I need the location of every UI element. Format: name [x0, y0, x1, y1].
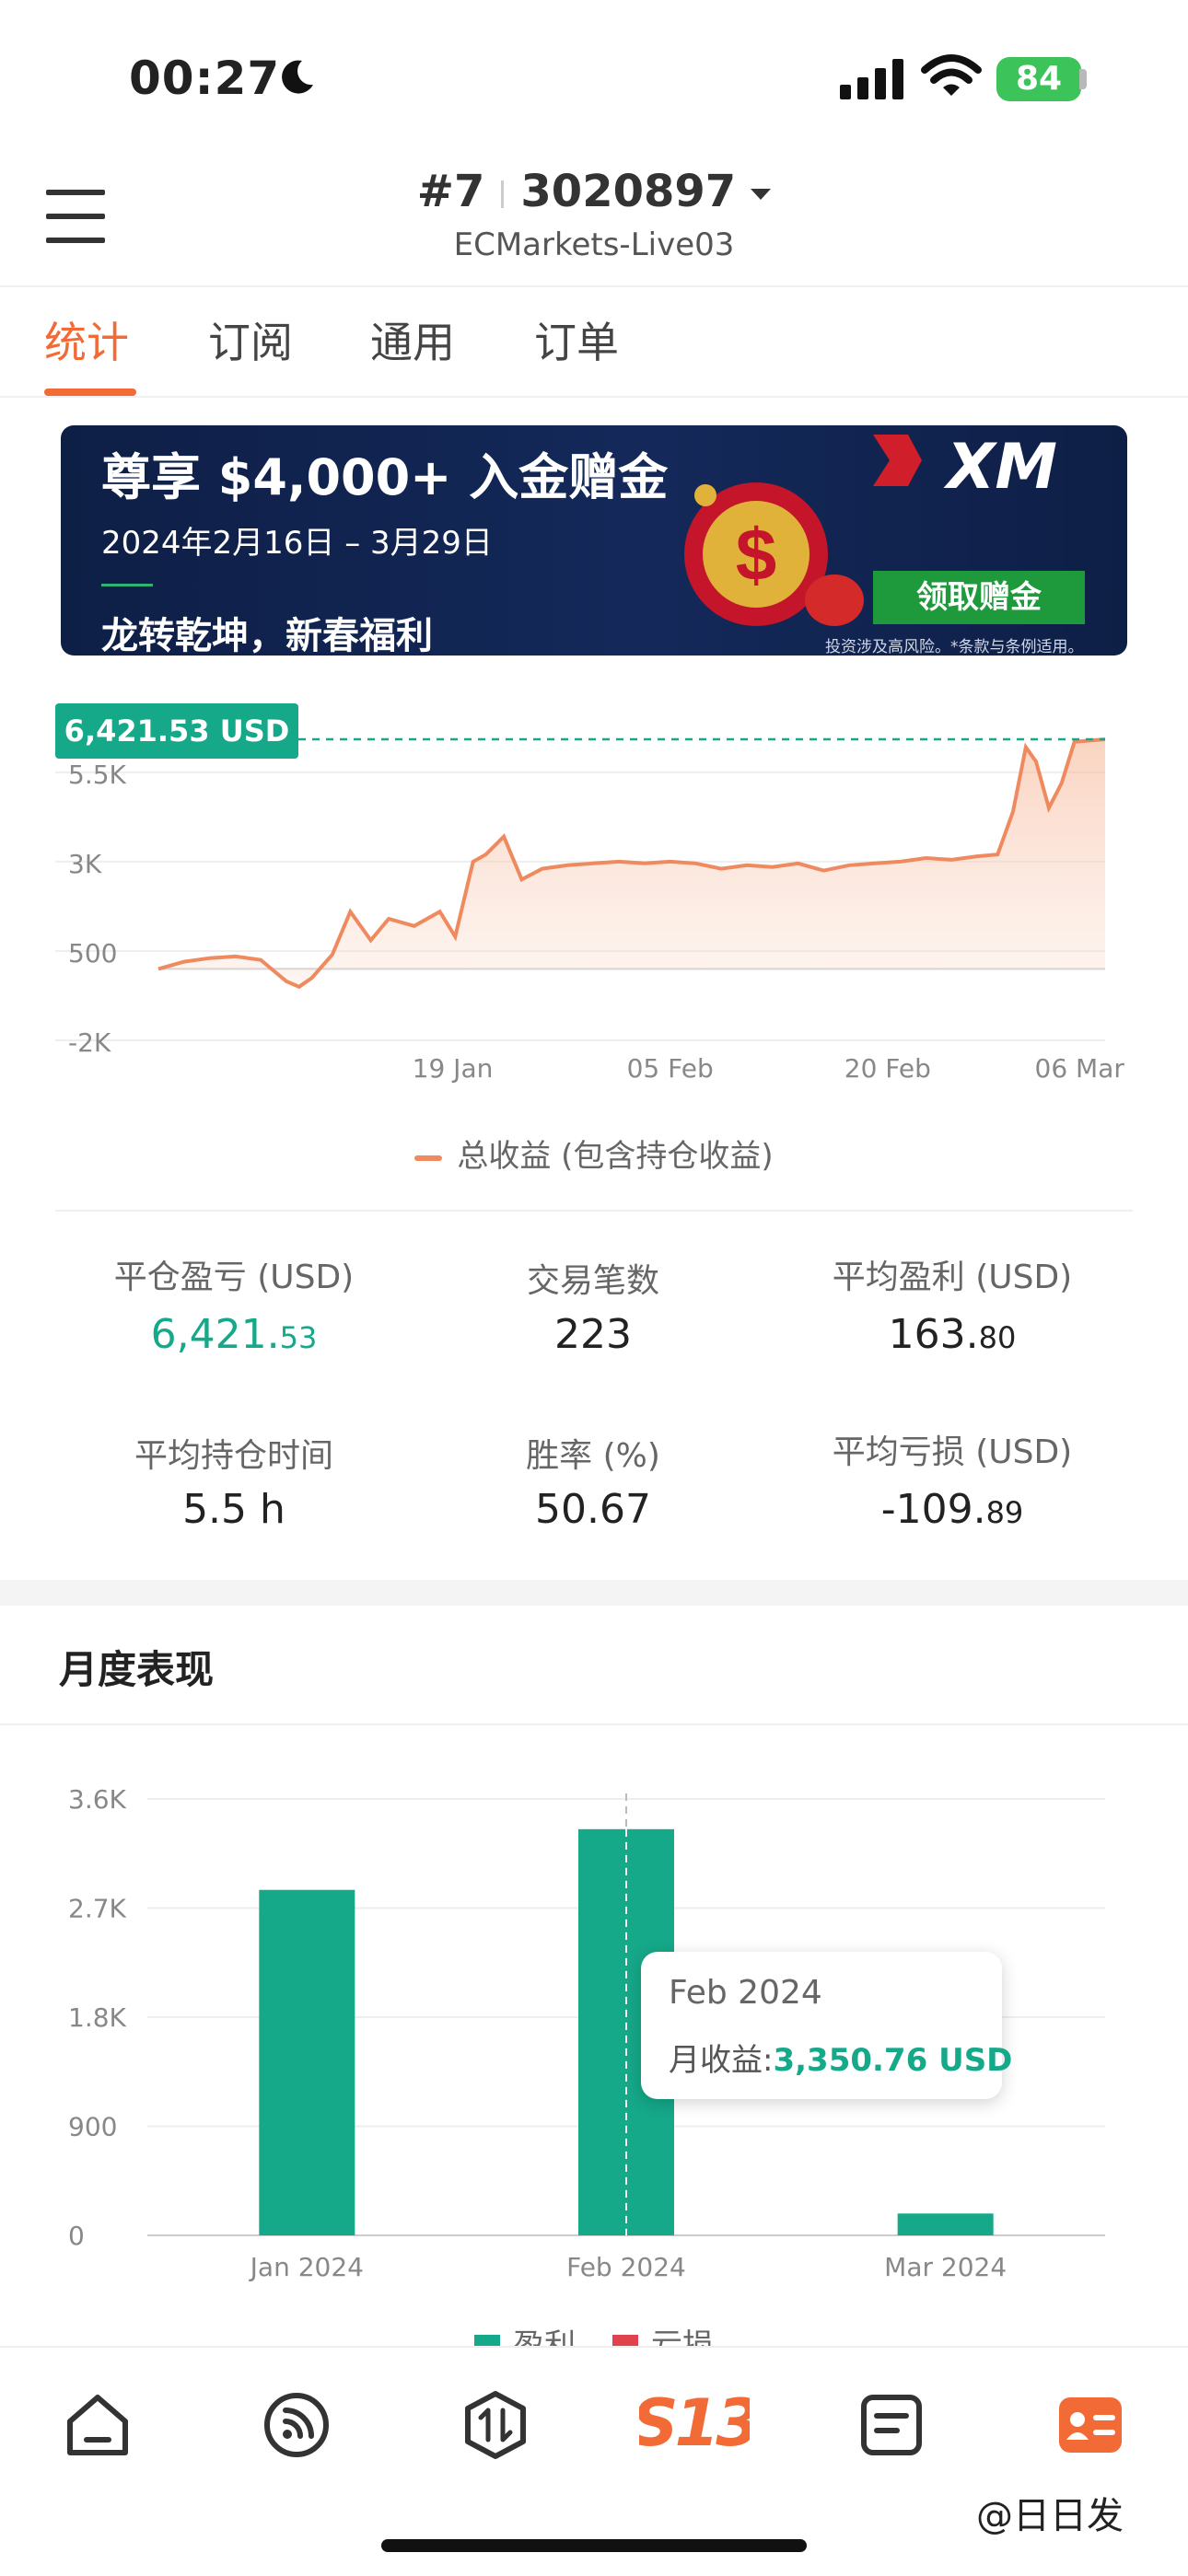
x-tick-label: 19 Jan: [413, 1053, 494, 1084]
stat-label-win-rate: 胜率 (%): [526, 1437, 660, 1475]
stat-value-avg-profit: 163.80: [768, 1311, 1136, 1358]
stat-label-avg-hold-time: 平均持仓时间: [134, 1437, 333, 1475]
current-pnl-badge: 6,421.53 USD: [55, 703, 298, 759]
stat-value-int: 5.5 h: [182, 1486, 285, 1533]
stats-divider: [55, 1210, 1133, 1212]
tab-statistics[interactable]: 统计: [44, 309, 129, 370]
server-name: ECMarkets-Live03: [453, 226, 735, 263]
caret-down-icon: [751, 189, 772, 200]
monthly-bar-chart[interactable]: 0 900 1.8K 2.7K 3.6K Jan 2024 Feb 2024 Mar 202…: [0, 1749, 1188, 2302]
stat-label-avg-loss: 平均亏损 (USD): [832, 1433, 1073, 1471]
section-gap: [0, 1580, 1188, 1606]
stat-value-dec: 53: [279, 1320, 318, 1355]
tab-general[interactable]: 通用: [370, 309, 455, 370]
header-divider: [0, 285, 1188, 287]
tab-subscription[interactable]: 订阅: [208, 309, 293, 370]
battery-tip: [1079, 69, 1087, 89]
y-tick-label: 5.5K: [68, 760, 127, 790]
stat-value-int: 223: [554, 1311, 632, 1358]
bar-mar-2024[interactable]: [897, 2213, 994, 2235]
svg-text:$: $: [736, 514, 777, 596]
x-tick-label: Feb 2024: [566, 2252, 686, 2282]
y-tick-label: 900: [68, 2112, 117, 2142]
stat-label-trade-count: 交易笔数: [526, 1262, 659, 1300]
news-icon[interactable]: [855, 2388, 928, 2462]
status-time: 00:27: [129, 52, 281, 105]
stat-value-trade-count: 223: [409, 1311, 777, 1358]
stat-value-closed-pnl: 6,421.53: [50, 1311, 418, 1358]
banner-title: 尊享 $4,000+ 入金赠金: [101, 448, 669, 506]
monthly-title: 月度表现: [59, 1647, 215, 1692]
bar-tooltip: Feb 2024 月收益:3,350.76 USD: [641, 1952, 1012, 2099]
xm-logo: XM: [947, 431, 1058, 504]
account-selector[interactable]: #7 3020897: [0, 166, 1188, 217]
stat-value-int: 163.: [888, 1311, 979, 1358]
tab-active-indicator: [44, 389, 136, 396]
tooltip-label: 月收益:: [669, 2042, 774, 2079]
x-tick-label: Mar 2024: [884, 2252, 1007, 2282]
y-tick-label: 3.6K: [68, 1784, 127, 1815]
stat-label-avg-profit: 平均盈利 (USD): [832, 1259, 1073, 1296]
x-tick-label: 20 Feb: [844, 1053, 931, 1084]
cellular-signal-icon: [840, 59, 903, 99]
svg-text:S13: S13: [639, 2385, 750, 2458]
y-tick-label: 2.7K: [68, 1894, 127, 1924]
account-id: 3020897: [520, 166, 737, 217]
banner-divider: [101, 584, 153, 586]
stat-value-int: 50.67: [535, 1486, 651, 1533]
stat-value-int: -109.: [880, 1486, 986, 1533]
y-tick-label: 3K: [68, 849, 102, 879]
x-tick-label: 05 Feb: [627, 1053, 714, 1084]
y-tick-label: 0: [68, 2221, 85, 2251]
x-tick-label: 06 Mar: [1035, 1053, 1125, 1084]
tooltip-value-row: 月收益:3,350.76 USD: [669, 2035, 1012, 2080]
home-icon[interactable]: [61, 2388, 134, 2462]
banner-disclaimer: 投资涉及高风险。*条款与条例适用。: [825, 638, 1084, 656]
xm-logo-mark: [873, 435, 922, 486]
tab-orders[interactable]: 订单: [534, 309, 619, 370]
account-separator: [501, 180, 505, 208]
battery-indicator: 84: [996, 57, 1081, 101]
legend-line-label: 总收益 (包含持仓收益): [457, 1138, 774, 1175]
s13-logo-icon[interactable]: S13: [639, 2385, 750, 2458]
home-indicator: [381, 2539, 807, 2552]
signal-feed-icon[interactable]: [260, 2388, 333, 2462]
monthly-divider: [0, 1723, 1188, 1725]
claim-bonus-button[interactable]: 领取赠金: [873, 571, 1085, 624]
tabs-divider: [0, 396, 1188, 398]
line-chart-legend[interactable]: 总收益 (包含持仓收益): [0, 1131, 1188, 1176]
stat-value-dec: 89: [985, 1495, 1024, 1530]
banner-date: 2024年2月16日 – 3月29日: [101, 525, 493, 562]
moon-icon: [282, 60, 313, 94]
dragon-coin-icon: $: [684, 482, 864, 626]
tooltip-date: Feb 2024: [669, 1974, 822, 2012]
bar-jan-2024[interactable]: [259, 1889, 355, 2235]
stat-label-closed-pnl: 平仓盈亏 (USD): [113, 1259, 355, 1296]
y-tick-label: 500: [68, 938, 117, 969]
tooltip-value: 3,350.76 USD: [773, 2042, 1013, 2079]
legend-line-marker: [414, 1155, 443, 1161]
profile-card-icon[interactable]: [1054, 2388, 1127, 2462]
stat-value-int: 6,421.: [150, 1311, 280, 1358]
stat-value-avg-hold-time: 5.5 h: [50, 1486, 418, 1533]
stat-value-dec: 80: [978, 1320, 1017, 1355]
y-tick-label: -2K: [68, 1027, 111, 1058]
trade-icon[interactable]: [459, 2388, 532, 2462]
x-tick-label: Jan 2024: [249, 2252, 364, 2282]
banner-subtitle: 龙转乾坤，新春福利: [101, 615, 433, 656]
account-number: #7: [416, 166, 485, 217]
promo-banner[interactable]: 尊享 $4,000+ 入金赠金 2024年2月16日 – 3月29日 龙转乾坤，…: [61, 425, 1127, 656]
wifi-icon: [921, 54, 982, 96]
stat-value-win-rate: 50.67: [409, 1486, 777, 1533]
stat-value-avg-loss: -109.89: [768, 1486, 1136, 1533]
watermark: @日日发: [976, 2495, 1124, 2537]
y-tick-label: 1.8K: [68, 2002, 127, 2033]
